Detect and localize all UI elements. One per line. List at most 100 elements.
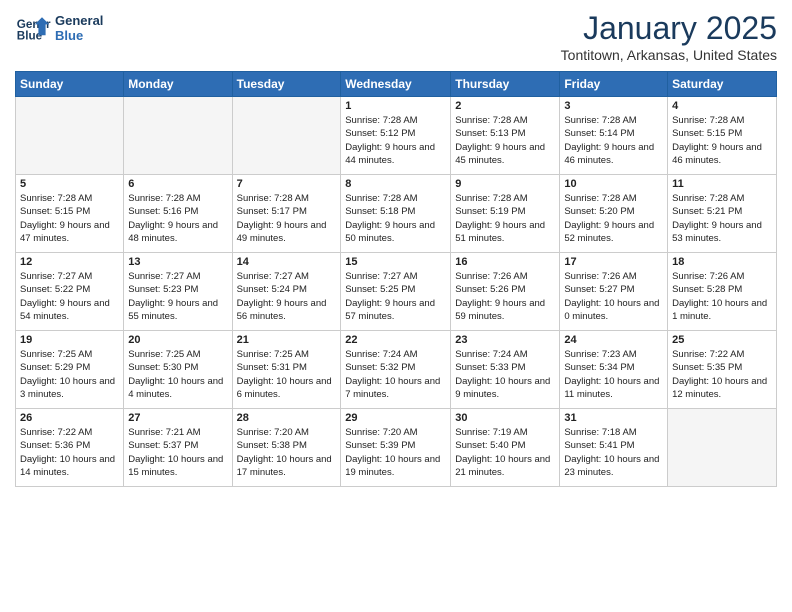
day-info: Sunrise: 7:28 AM Sunset: 5:21 PM Dayligh… (672, 192, 772, 245)
calendar-cell: 15 Sunrise: 7:27 AM Sunset: 5:25 PM Dayli… (341, 253, 451, 331)
day-info: Sunrise: 7:24 AM Sunset: 5:32 PM Dayligh… (345, 348, 446, 401)
calendar-cell: 11 Sunrise: 7:28 AM Sunset: 5:21 PM Dayli… (668, 175, 777, 253)
day-info: Sunrise: 7:23 AM Sunset: 5:34 PM Dayligh… (564, 348, 663, 401)
day-number: 11 (672, 178, 772, 190)
day-info: Sunrise: 7:27 AM Sunset: 5:25 PM Dayligh… (345, 270, 446, 323)
calendar-cell: 6Sunrise: 7:28 AM Sunset: 5:16 PM Daylig… (124, 175, 232, 253)
day-number: 8 (345, 178, 446, 190)
day-number: 31 (564, 412, 663, 424)
day-number: 17 (564, 256, 663, 268)
calendar-cell: 8 Sunrise: 7:28 AM Sunset: 5:18 PM Daylig… (341, 175, 451, 253)
day-info: Sunrise: 7:27 AM Sunset: 5:24 PM Dayligh… (237, 270, 337, 323)
month-title: January 2025 (561, 10, 777, 47)
day-info: Sunrise: 7:27 AM Sunset: 5:23 PM Dayligh… (128, 270, 227, 323)
weekday-header-row: SundayMondayTuesdayWednesdayThursdayFrid… (16, 72, 777, 97)
calendar-week-4: 19 Sunrise: 7:25 AM Sunset: 5:29 PM Dayli… (16, 331, 777, 409)
calendar-table: SundayMondayTuesdayWednesdayThursdayFrid… (15, 71, 777, 487)
calendar-cell: 31 Sunrise: 7:18 AM Sunset: 5:41 PM Dayli… (560, 409, 668, 487)
logo-general: General (55, 13, 103, 28)
day-info: Sunrise: 7:25 AM Sunset: 5:31 PM Dayligh… (237, 348, 337, 401)
calendar-cell: 26Sunrise: 7:22 AM Sunset: 5:36 PM Dayli… (16, 409, 124, 487)
location: Tontitown, Arkansas, United States (561, 47, 777, 63)
day-number: 14 (237, 256, 337, 268)
day-info: Sunrise: 7:20 AM Sunset: 5:39 PM Dayligh… (345, 426, 446, 479)
calendar-cell: 5Sunrise: 7:28 AM Sunset: 5:15 PM Daylig… (16, 175, 124, 253)
header: General Blue General Blue January 2025 T… (15, 10, 777, 63)
day-info: Sunrise: 7:27 AM Sunset: 5:22 PM Dayligh… (20, 270, 119, 323)
day-info: Sunrise: 7:28 AM Sunset: 5:15 PM Dayligh… (672, 114, 772, 167)
calendar-cell: 22 Sunrise: 7:24 AM Sunset: 5:32 PM Dayli… (341, 331, 451, 409)
calendar-week-2: 5Sunrise: 7:28 AM Sunset: 5:15 PM Daylig… (16, 175, 777, 253)
logo-blue: Blue (55, 28, 103, 43)
calendar-cell: 29 Sunrise: 7:20 AM Sunset: 5:39 PM Dayli… (341, 409, 451, 487)
day-info: Sunrise: 7:28 AM Sunset: 5:13 PM Dayligh… (455, 114, 555, 167)
day-info: Sunrise: 7:24 AM Sunset: 5:33 PM Dayligh… (455, 348, 555, 401)
day-info: Sunrise: 7:25 AM Sunset: 5:29 PM Dayligh… (20, 348, 119, 401)
day-number: 30 (455, 412, 555, 424)
day-info: Sunrise: 7:22 AM Sunset: 5:35 PM Dayligh… (672, 348, 772, 401)
day-number: 19 (20, 334, 119, 346)
day-number: 1 (345, 100, 446, 112)
day-number: 23 (455, 334, 555, 346)
calendar-cell: 19 Sunrise: 7:25 AM Sunset: 5:29 PM Dayli… (16, 331, 124, 409)
day-info: Sunrise: 7:25 AM Sunset: 5:30 PM Dayligh… (128, 348, 227, 401)
day-info: Sunrise: 7:28 AM Sunset: 5:15 PM Dayligh… (20, 192, 119, 245)
calendar-cell: 1 Sunrise: 7:28 AM Sunset: 5:12 PM Daylig… (341, 97, 451, 175)
day-number: 7 (237, 178, 337, 190)
weekday-header-wednesday: Wednesday (341, 72, 451, 97)
day-info: Sunrise: 7:28 AM Sunset: 5:14 PM Dayligh… (564, 114, 663, 167)
calendar-cell (124, 97, 232, 175)
day-info: Sunrise: 7:28 AM Sunset: 5:19 PM Dayligh… (455, 192, 555, 245)
calendar-week-5: 26Sunrise: 7:22 AM Sunset: 5:36 PM Dayli… (16, 409, 777, 487)
calendar-cell (232, 97, 341, 175)
day-number: 18 (672, 256, 772, 268)
day-number: 26 (20, 412, 119, 424)
calendar-week-3: 12 Sunrise: 7:27 AM Sunset: 5:22 PM Dayli… (16, 253, 777, 331)
calendar-cell: 9 Sunrise: 7:28 AM Sunset: 5:19 PM Daylig… (451, 175, 560, 253)
day-info: Sunrise: 7:26 AM Sunset: 5:26 PM Dayligh… (455, 270, 555, 323)
day-info: Sunrise: 7:21 AM Sunset: 5:37 PM Dayligh… (128, 426, 227, 479)
day-info: Sunrise: 7:26 AM Sunset: 5:27 PM Dayligh… (564, 270, 663, 323)
calendar-cell: 23 Sunrise: 7:24 AM Sunset: 5:33 PM Dayli… (451, 331, 560, 409)
day-number: 20 (128, 334, 227, 346)
day-number: 16 (455, 256, 555, 268)
day-number: 12 (20, 256, 119, 268)
weekday-header-monday: Monday (124, 72, 232, 97)
calendar-cell: 27 Sunrise: 7:21 AM Sunset: 5:37 PM Dayli… (124, 409, 232, 487)
weekday-header-saturday: Saturday (668, 72, 777, 97)
calendar-cell: 10 Sunrise: 7:28 AM Sunset: 5:20 PM Dayli… (560, 175, 668, 253)
weekday-header-tuesday: Tuesday (232, 72, 341, 97)
calendar-week-1: 1 Sunrise: 7:28 AM Sunset: 5:12 PM Daylig… (16, 97, 777, 175)
calendar-cell: 17 Sunrise: 7:26 AM Sunset: 5:27 PM Dayli… (560, 253, 668, 331)
day-number: 4 (672, 100, 772, 112)
day-info: Sunrise: 7:28 AM Sunset: 5:17 PM Dayligh… (237, 192, 337, 245)
calendar-cell (668, 409, 777, 487)
day-number: 15 (345, 256, 446, 268)
logo-icon: General Blue (15, 10, 51, 46)
day-number: 29 (345, 412, 446, 424)
day-number: 13 (128, 256, 227, 268)
day-number: 2 (455, 100, 555, 112)
day-number: 25 (672, 334, 772, 346)
weekday-header-thursday: Thursday (451, 72, 560, 97)
day-number: 24 (564, 334, 663, 346)
day-number: 27 (128, 412, 227, 424)
day-number: 22 (345, 334, 446, 346)
day-info: Sunrise: 7:28 AM Sunset: 5:20 PM Dayligh… (564, 192, 663, 245)
day-info: Sunrise: 7:18 AM Sunset: 5:41 PM Dayligh… (564, 426, 663, 479)
day-number: 9 (455, 178, 555, 190)
day-info: Sunrise: 7:26 AM Sunset: 5:28 PM Dayligh… (672, 270, 772, 323)
calendar-cell: 3Sunrise: 7:28 AM Sunset: 5:14 PM Daylig… (560, 97, 668, 175)
day-info: Sunrise: 7:28 AM Sunset: 5:18 PM Dayligh… (345, 192, 446, 245)
day-info: Sunrise: 7:19 AM Sunset: 5:40 PM Dayligh… (455, 426, 555, 479)
page: General Blue General Blue January 2025 T… (0, 0, 792, 612)
calendar-cell: 25 Sunrise: 7:22 AM Sunset: 5:35 PM Dayli… (668, 331, 777, 409)
logo: General Blue General Blue (15, 10, 103, 46)
day-number: 21 (237, 334, 337, 346)
calendar-cell: 24 Sunrise: 7:23 AM Sunset: 5:34 PM Dayli… (560, 331, 668, 409)
calendar-cell: 2 Sunrise: 7:28 AM Sunset: 5:13 PM Daylig… (451, 97, 560, 175)
day-number: 10 (564, 178, 663, 190)
day-info: Sunrise: 7:28 AM Sunset: 5:12 PM Dayligh… (345, 114, 446, 167)
calendar-cell: 21 Sunrise: 7:25 AM Sunset: 5:31 PM Dayli… (232, 331, 341, 409)
calendar-cell: 14 Sunrise: 7:27 AM Sunset: 5:24 PM Dayli… (232, 253, 341, 331)
